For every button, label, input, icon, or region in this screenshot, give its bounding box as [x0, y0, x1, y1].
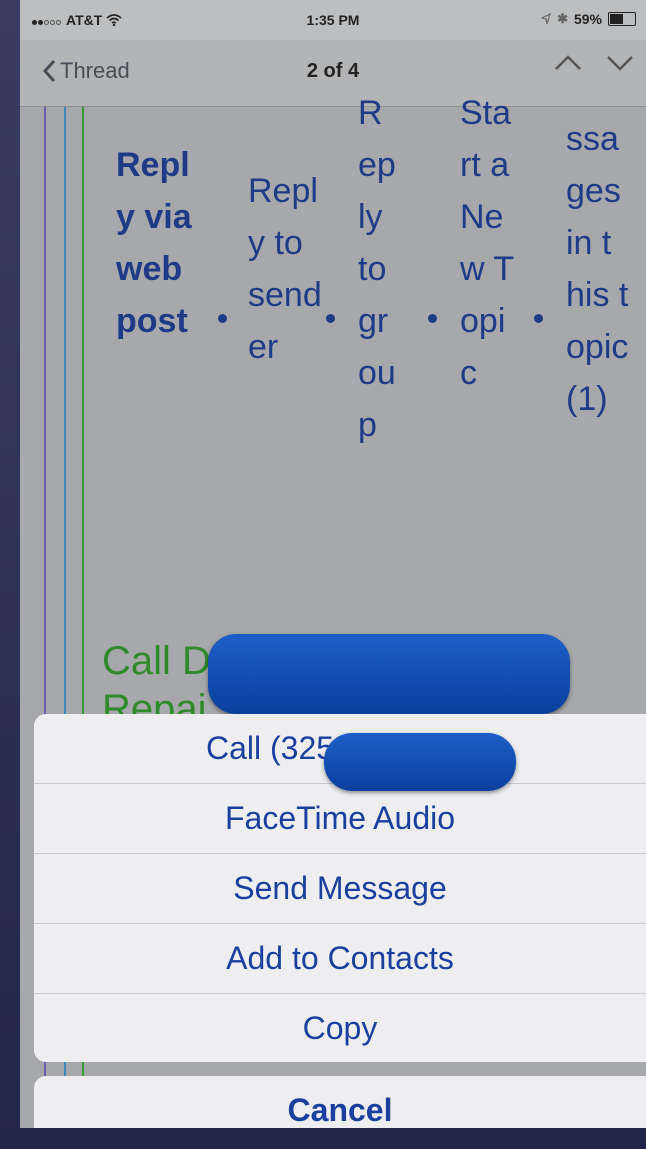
- redaction-phone-number: [324, 733, 516, 791]
- bullet: [534, 314, 543, 323]
- thread-nav-arrows: [554, 54, 634, 72]
- copy-button[interactable]: Copy: [34, 994, 646, 1062]
- page-title: 2 of 4: [306, 60, 360, 82]
- facetime-audio-button[interactable]: FaceTime Audio: [34, 784, 646, 854]
- bluetooth-icon: ✱: [557, 11, 568, 26]
- nav-bar: Thread 2 of 4: [20, 40, 646, 107]
- bullet: [218, 314, 227, 323]
- device-frame-bottom: [0, 1128, 646, 1149]
- battery-percent: 59%: [573, 11, 602, 27]
- call-label-text: Call (325: [205, 730, 335, 766]
- location-icon: [541, 13, 551, 25]
- phone-screen: AT&T 1:35 PM ✱ 59% Thread 2 of 4 Reply v…: [20, 0, 646, 1149]
- messages-link[interactable]: ssages in this topic (1): [566, 113, 630, 425]
- status-bar: AT&T 1:35 PM ✱ 59%: [20, 0, 646, 40]
- reply-sender-link[interactable]: Reply to sender: [248, 165, 324, 373]
- device-frame: [0, 0, 20, 1149]
- add-to-contacts-button[interactable]: Add to Contacts: [34, 924, 646, 994]
- send-message-button[interactable]: Send Message: [34, 854, 646, 924]
- chevron-up-icon[interactable]: [554, 54, 582, 72]
- new-topic-link[interactable]: Start a New Topic: [460, 87, 516, 399]
- redaction-block: [208, 634, 570, 714]
- reply-group-link[interactable]: Reply to group: [358, 87, 398, 451]
- bullet: [428, 314, 437, 323]
- call-label: Call D: [102, 639, 211, 683]
- status-right: ✱ 59%: [541, 11, 636, 27]
- chevron-down-icon[interactable]: [606, 54, 634, 72]
- bullet: [326, 314, 335, 323]
- reply-web-link[interactable]: Reply via web post: [116, 139, 202, 347]
- battery-icon: [608, 12, 636, 26]
